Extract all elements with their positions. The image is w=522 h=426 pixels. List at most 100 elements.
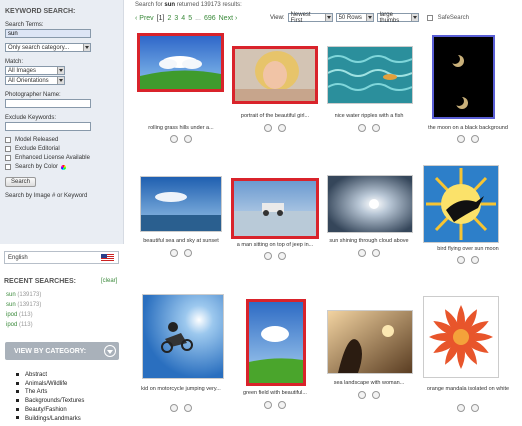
recent-item[interactable]: sun (139173) — [6, 300, 41, 310]
last-page-link[interactable]: 696 — [204, 15, 216, 22]
image-caption[interactable]: green field with beautiful... — [229, 390, 321, 397]
category-item[interactable]: Beauty/Fashion — [16, 406, 84, 415]
lightbox-icon[interactable] — [457, 256, 465, 264]
image-caption[interactable]: bird flying over sun moon — [422, 246, 514, 253]
match-orientations-select[interactable]: All Orientations — [5, 76, 65, 85]
water-photo[interactable] — [327, 46, 413, 104]
lightbox-icon[interactable] — [457, 135, 465, 143]
category-item[interactable]: Backgrounds/Textures — [16, 397, 84, 406]
page-link[interactable]: 3 — [174, 15, 178, 22]
image-actions — [135, 249, 227, 257]
prev-page-link[interactable]: ‹ Prev — [135, 15, 154, 22]
lightbox-icon[interactable] — [170, 404, 178, 412]
photographer-input[interactable] — [5, 99, 91, 108]
sort-select[interactable]: Newest First — [287, 12, 333, 24]
category-select[interactable]: Only search category... — [5, 43, 91, 52]
search-by-color-option[interactable]: Search by Color — [5, 164, 118, 170]
lightbox-icon[interactable] — [264, 124, 272, 132]
lightbox-icon[interactable] — [358, 391, 366, 399]
search-button[interactable]: Search — [5, 177, 37, 187]
exclude-editorial-option[interactable]: Exclude Editorial — [5, 146, 118, 152]
page-link[interactable]: 5 — [188, 15, 192, 22]
sun-cloud-photo[interactable] — [327, 175, 413, 233]
moon-photo[interactable] — [432, 35, 495, 119]
mandala-photo[interactable] — [423, 296, 499, 378]
zoom-icon[interactable] — [372, 249, 380, 257]
page-link[interactable]: 4 — [181, 15, 185, 22]
exclude-keywords-input[interactable] — [5, 122, 91, 131]
image-caption[interactable]: sun shining through cloud above — [323, 238, 415, 245]
image-actions — [323, 124, 415, 132]
category-item[interactable]: Abstract — [16, 371, 84, 380]
zoom-icon[interactable] — [278, 124, 286, 132]
view-controls: View: Newest First 50 Rows large thumbs … — [270, 12, 469, 24]
enhanced-license-option[interactable]: Enhanced License Available — [5, 155, 118, 161]
checkbox[interactable] — [5, 137, 11, 143]
zoom-icon[interactable] — [278, 252, 286, 260]
search-panel: KEYWORD SEARCH: Search Terms: Only searc… — [0, 0, 124, 244]
recent-item[interactable]: sun (139173) — [6, 290, 41, 300]
model-released-option[interactable]: Model Released — [5, 137, 118, 143]
page-link[interactable]: 2 — [167, 15, 171, 22]
zoom-icon[interactable] — [278, 401, 286, 409]
checkbox[interactable] — [5, 146, 11, 152]
rows-select[interactable]: 50 Rows — [335, 13, 374, 22]
match-images-select[interactable]: All Images — [5, 66, 65, 75]
woman-sea-photo[interactable] — [327, 310, 413, 374]
lightbox-icon[interactable] — [358, 249, 366, 257]
search-terms-input[interactable] — [5, 29, 91, 38]
image-caption[interactable]: a man sitting on top of jeep in... — [229, 242, 321, 249]
image-caption[interactable]: the moon on a black background — [422, 125, 514, 132]
search-terms-label: Search Terms: — [5, 22, 44, 28]
zoom-icon[interactable] — [184, 404, 192, 412]
thumb-size-select[interactable]: large thumbs — [376, 12, 419, 24]
safesearch-checkbox[interactable] — [426, 14, 433, 21]
zoom-icon[interactable] — [372, 391, 380, 399]
image-result: the moon on a black background — [422, 30, 514, 144]
image-caption[interactable]: nice water ripples with a fish — [323, 113, 415, 120]
next-page-link[interactable]: Next › — [219, 15, 238, 22]
sea-sky-photo[interactable] — [140, 176, 222, 232]
green-field-photo[interactable] — [246, 299, 306, 386]
zoom-icon[interactable] — [184, 135, 192, 143]
checkbox[interactable] — [5, 164, 11, 170]
zoom-icon[interactable] — [184, 249, 192, 257]
lightbox-icon[interactable] — [264, 252, 272, 260]
lightbox-icon[interactable] — [170, 249, 178, 257]
lightbox-icon[interactable] — [264, 401, 272, 409]
expand-down-icon[interactable] — [104, 345, 116, 357]
recent-item[interactable]: ipod (113) — [6, 320, 41, 330]
portrait-photo[interactable] — [232, 46, 318, 104]
motocross-photo[interactable] — [142, 294, 224, 379]
image-caption[interactable]: rolling grass hills under a... — [135, 125, 227, 132]
jeep-photo[interactable] — [231, 178, 319, 239]
image-actions — [135, 404, 227, 412]
lightbox-icon[interactable] — [457, 404, 465, 412]
zoom-icon[interactable] — [471, 404, 479, 412]
image-caption[interactable]: beautiful sea and sky at sunset — [135, 238, 227, 245]
category-item[interactable]: The Arts — [16, 388, 84, 397]
image-caption[interactable]: orange mandala isolated on white — [422, 386, 514, 393]
image-caption[interactable]: sea landscape with woman... — [323, 380, 415, 387]
image-actions — [323, 249, 415, 257]
recent-item[interactable]: ipod (113) — [6, 310, 41, 320]
checkbox[interactable] — [5, 155, 11, 161]
bird-sun-photo[interactable] — [423, 165, 499, 243]
us-flag-icon — [101, 254, 114, 262]
lightbox-icon[interactable] — [358, 124, 366, 132]
category-item[interactable]: Animals/Wildlife — [16, 380, 84, 389]
image-caption[interactable]: kid on motorcycle jumping very... — [135, 386, 227, 393]
zoom-icon[interactable] — [372, 124, 380, 132]
image-actions — [229, 124, 321, 132]
zoom-icon[interactable] — [471, 135, 479, 143]
mandala-image — [424, 297, 498, 377]
clear-recent-link[interactable]: [clear] — [101, 278, 117, 284]
view-by-category-banner[interactable]: VIEW BY CATEGORY: — [5, 342, 119, 360]
language-select[interactable]: English — [4, 251, 119, 264]
chevron-down-icon — [57, 77, 64, 84]
lightbox-icon[interactable] — [170, 135, 178, 143]
zoom-icon[interactable] — [471, 256, 479, 264]
category-item[interactable]: Buildings/Landmarks — [16, 415, 84, 424]
image-caption[interactable]: portrait of the beautiful girl... — [229, 113, 321, 120]
sky-grass-photo[interactable] — [137, 33, 224, 92]
